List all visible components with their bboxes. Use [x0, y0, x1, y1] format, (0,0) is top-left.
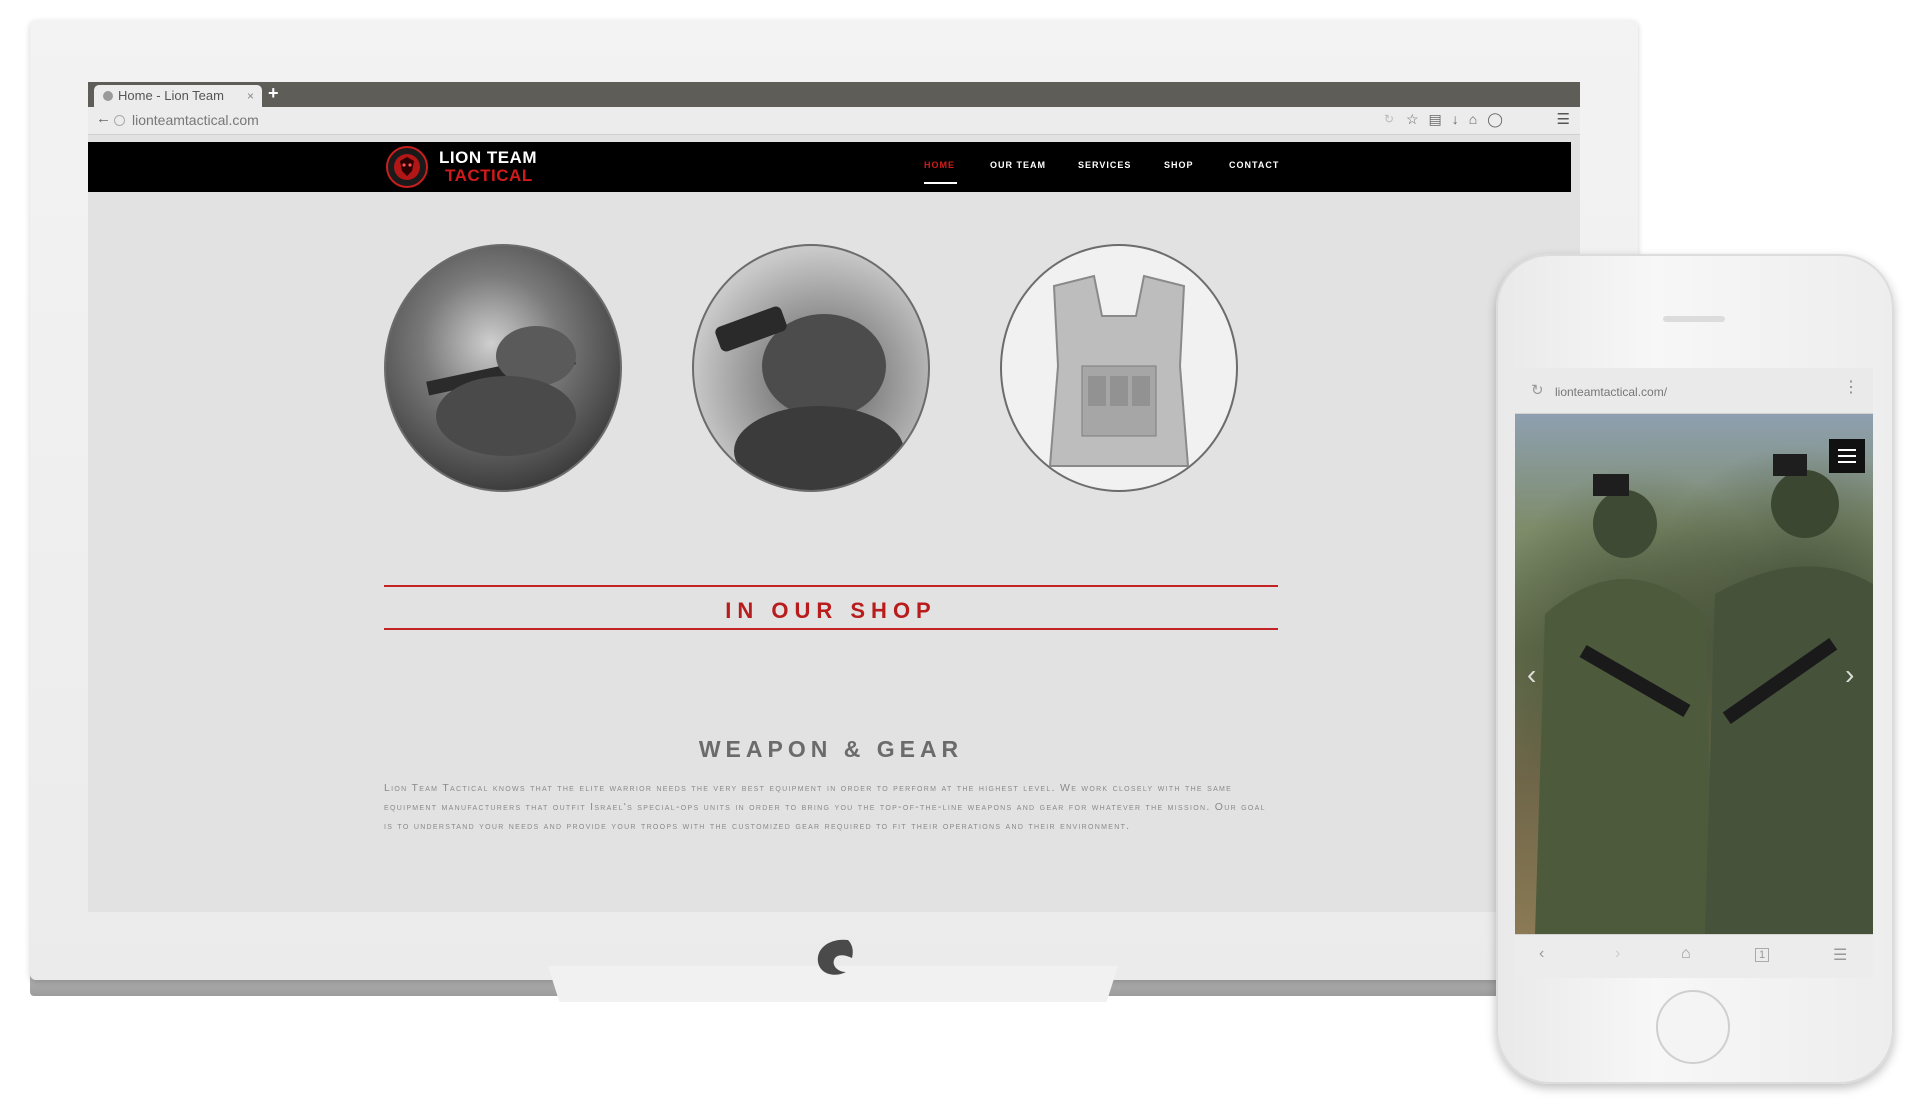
- mobile-bottom-toolbar: ‹ › ⌂ 1 ☰: [1515, 934, 1873, 978]
- mobile-hamburger-icon[interactable]: [1829, 439, 1865, 473]
- url-field[interactable]: lionteamtactical.com: [132, 112, 259, 128]
- nav-our-team[interactable]: OUR TEAM: [990, 160, 1046, 170]
- menu-icon[interactable]: ☰: [1557, 110, 1570, 128]
- heading-bottom-rule: [384, 628, 1278, 630]
- nav-contact[interactable]: CONTACT: [1229, 160, 1279, 170]
- soldier-aiming-image[interactable]: [384, 244, 622, 492]
- back-arrow-icon[interactable]: ←: [96, 110, 111, 127]
- mobile-back-icon[interactable]: ‹: [1539, 945, 1544, 963]
- nav-home[interactable]: HOME: [924, 160, 955, 170]
- mobile-browser: ↻ lionteamtactical.com/ ⋮ ‹ › ‹ › ⌂ 1 ☰: [1515, 368, 1873, 978]
- heading-top-rule: [384, 585, 1278, 587]
- new-tab-button[interactable]: +: [268, 83, 279, 104]
- mobile-hero-image: ‹ ›: [1515, 414, 1873, 934]
- section-title: WEAPON & GEAR: [698, 736, 964, 762]
- mobile-reload-icon[interactable]: ↻: [1531, 381, 1544, 399]
- tab-title: Home - Lion Team: [118, 88, 224, 103]
- carousel-next-icon[interactable]: ›: [1845, 659, 1854, 691]
- phone-speaker: [1663, 316, 1725, 322]
- address-bar: ← lionteamtactical.com ↻ ☆▤↓⌂◯ ☰: [88, 107, 1580, 135]
- soldier-helmet-image[interactable]: [692, 244, 930, 492]
- nav-services[interactable]: SERVICES: [1078, 160, 1131, 170]
- mobile-home-icon[interactable]: ⌂: [1681, 945, 1691, 963]
- favicon-icon: [103, 91, 113, 101]
- tab-bar: Home - Lion Team × +: [88, 82, 1580, 107]
- reload-icon[interactable]: ↻: [1384, 112, 1394, 126]
- mobile-forward-icon[interactable]: ›: [1615, 945, 1620, 963]
- nav-shop[interactable]: SHOP: [1164, 160, 1194, 170]
- browser-tab[interactable]: Home - Lion Team ×: [94, 85, 262, 107]
- site-header: LION TEAM TACTICAL HOME OUR TEAM SERVICE…: [88, 142, 1571, 192]
- mobile-menu-icon[interactable]: ☰: [1833, 945, 1847, 965]
- plate-carrier-vest-image[interactable]: [1000, 244, 1238, 492]
- logo-text-primary: LION TEAM: [439, 148, 537, 167]
- mobile-url-field[interactable]: lionteamtactical.com/: [1555, 385, 1667, 399]
- close-tab-icon[interactable]: ×: [247, 85, 254, 107]
- browser-window: Home - Lion Team × + ← lionteamtactical.…: [88, 82, 1580, 912]
- lion-logo-icon[interactable]: [385, 145, 429, 189]
- active-nav-indicator: [924, 182, 957, 184]
- section-body-text: Lion Team Tactical knows that the elite …: [384, 782, 1266, 832]
- logo-text-secondary: TACTICAL: [445, 166, 533, 185]
- site-info-icon[interactable]: [114, 115, 125, 126]
- mobile-overflow-menu-icon[interactable]: ⋮: [1843, 377, 1859, 397]
- mobile-tabs-icon[interactable]: 1: [1755, 948, 1770, 962]
- toolbar-icons[interactable]: ☆▤↓⌂◯: [1406, 111, 1513, 128]
- mobile-address-bar: ↻ lionteamtactical.com/ ⋮: [1515, 368, 1873, 414]
- shop-heading: IN OUR SHOP: [725, 598, 937, 623]
- monitor-brand-icon: [817, 939, 853, 975]
- phone-home-button[interactable]: [1656, 990, 1730, 1064]
- carousel-prev-icon[interactable]: ‹: [1527, 659, 1536, 691]
